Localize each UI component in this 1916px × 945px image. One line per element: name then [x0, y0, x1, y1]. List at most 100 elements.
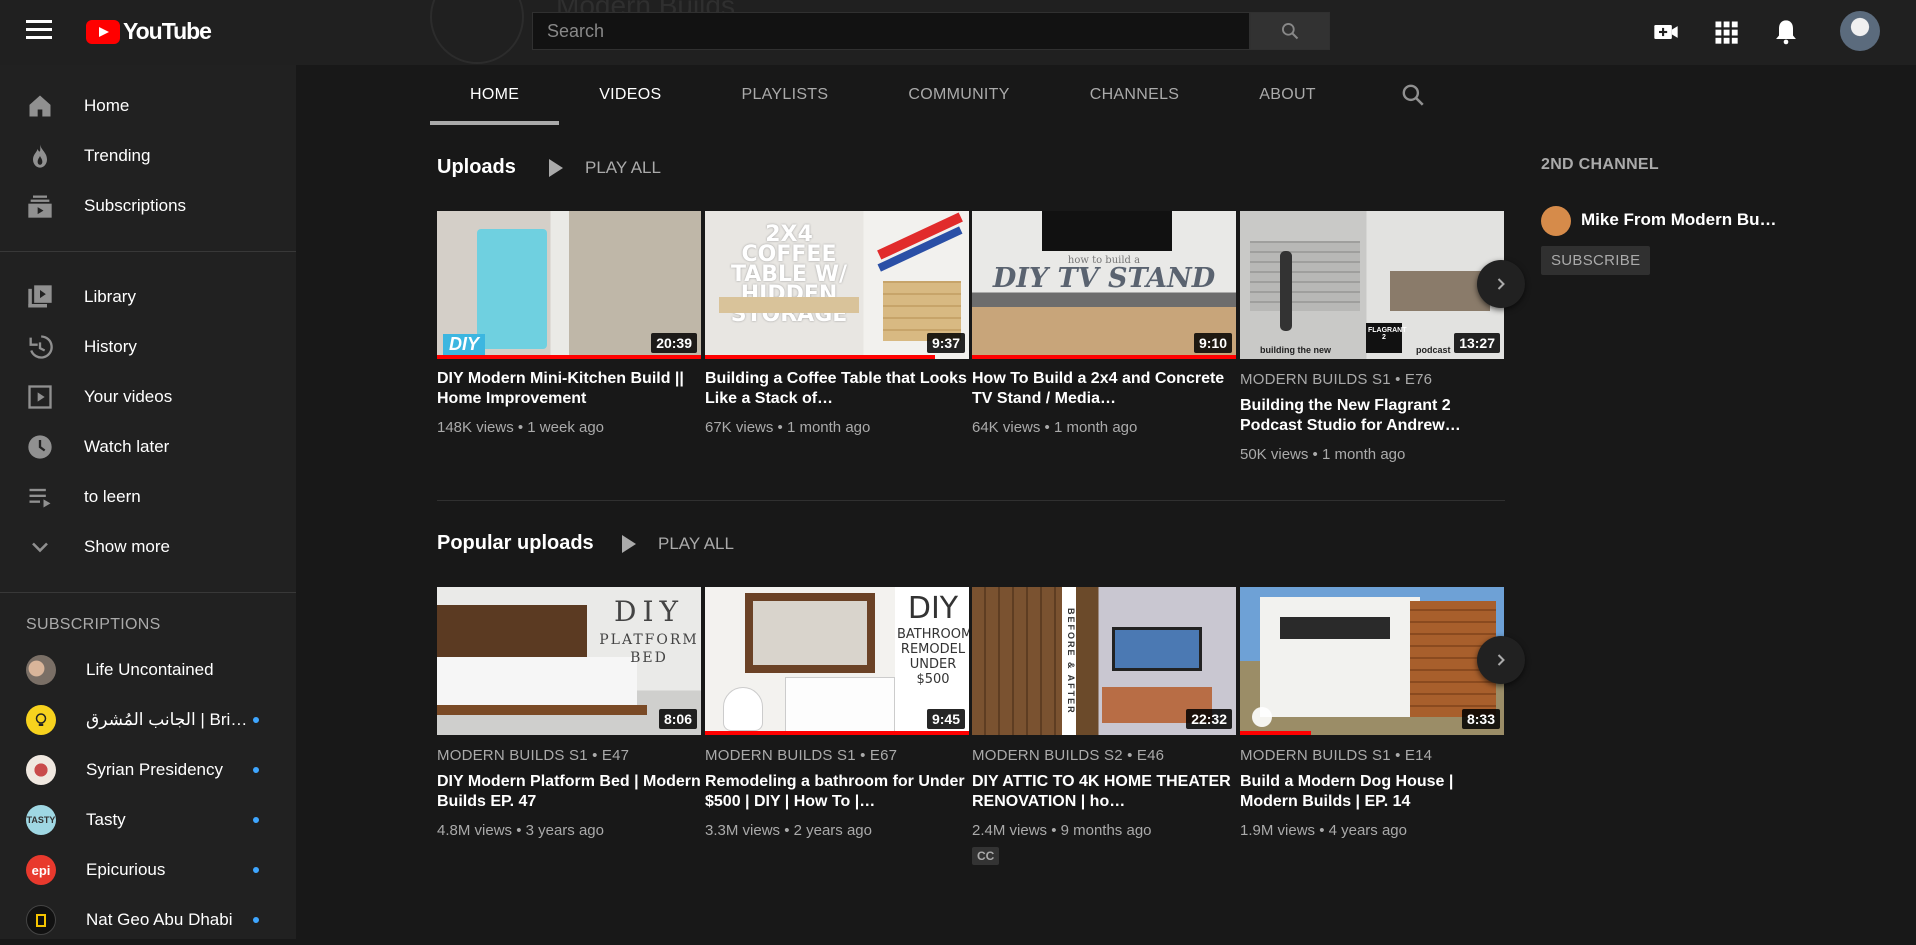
- shelf-title-uploads[interactable]: Uploads: [437, 156, 516, 179]
- video-thumbnail[interactable]: DIY BATHROOM REMODEL UNDER $500 9:45: [705, 587, 969, 735]
- user-avatar[interactable]: [1840, 11, 1880, 51]
- lightbulb-icon: [35, 713, 47, 726]
- thumb-label: DIY: [443, 334, 486, 355]
- video-series-label[interactable]: MODERN BUILDS S1 • E67: [705, 747, 969, 764]
- menu-icon[interactable]: [26, 20, 52, 40]
- subscription-item[interactable]: الجانب المُشرق | Bright Side Arabic: [0, 695, 296, 745]
- video-thumbnail[interactable]: DIY PLATFORM BED 8:06: [437, 587, 701, 735]
- video-title[interactable]: How To Build a 2x4 and Concrete TV Stand…: [972, 369, 1236, 409]
- video-thumbnail[interactable]: DIY 20:39: [437, 211, 701, 359]
- video-title[interactable]: DIY Modern Mini-Kitchen Build || Home Im…: [437, 369, 701, 409]
- uploads-play-all-button[interactable]: PLAY ALL: [549, 158, 661, 178]
- tab-community[interactable]: COMMUNITY: [868, 65, 1049, 125]
- thumb-person: [1280, 251, 1292, 331]
- video-title[interactable]: DIY ATTIC TO 4K HOME THEATER RENOVATION …: [972, 772, 1236, 812]
- channel-avatar: [26, 755, 56, 785]
- subscription-item[interactable]: Life Uncontained: [0, 645, 296, 695]
- search-input[interactable]: Search: [532, 12, 1250, 50]
- video-series-label[interactable]: MODERN BUILDS S1 • E47: [437, 747, 701, 764]
- thumb-headboard: [437, 605, 587, 665]
- video-thumbnail[interactable]: 8:33: [1240, 587, 1504, 735]
- video-duration: 9:10: [1193, 333, 1232, 353]
- sidebar-item-home[interactable]: Home: [0, 81, 296, 131]
- channel-avatar: [26, 905, 56, 935]
- video-card[interactable]: BEFORE & AFTER 22:32 MODERN BUILDS S2 • …: [972, 587, 1236, 865]
- video-series-label[interactable]: MODERN BUILDS S2 • E46: [972, 747, 1236, 764]
- thumb-sublabel: PLATFORM BED: [599, 632, 699, 666]
- sidebar-item-watch-later[interactable]: Watch later: [0, 422, 296, 472]
- sidebar-item-label: Subscriptions: [84, 196, 187, 215]
- shelf-title-popular-uploads[interactable]: Popular uploads: [437, 532, 594, 555]
- sidebar-item-playlist[interactable]: to leern: [0, 472, 296, 522]
- video-thumbnail[interactable]: BEFORE & AFTER 22:32: [972, 587, 1236, 735]
- uploads-next-arrow-button[interactable]: [1477, 260, 1525, 308]
- thumb-sublabel: podcast: [1416, 345, 1451, 355]
- video-series-label[interactable]: MODERN BUILDS S1 • E14: [1240, 747, 1504, 764]
- sidebar-item-subscriptions[interactable]: Subscriptions: [0, 181, 296, 231]
- subscription-item[interactable]: Syrian Presidency: [0, 745, 296, 795]
- video-title[interactable]: Build a Modern Dog House | Modern Builds…: [1240, 772, 1504, 812]
- tab-playlists[interactable]: PLAYLISTS: [701, 65, 868, 125]
- thumb-label: DIY TV STAND: [992, 263, 1216, 294]
- search-button[interactable]: [1250, 12, 1330, 50]
- play-icon: [622, 535, 636, 553]
- epicurious-logo: epi: [26, 855, 56, 885]
- sidebar-divider: [0, 251, 296, 252]
- video-card[interactable]: 2X4 COFFEE TABLE W/ HIDDEN STORAGE 9:37 …: [705, 211, 969, 436]
- thumb-label: DIY: [907, 591, 959, 626]
- closed-captions-badge: CC: [972, 847, 1000, 865]
- library-icon: [28, 285, 52, 308]
- subscription-item[interactable]: Nat Geo Abu Dhabi: [0, 895, 296, 945]
- video-meta: 1.9M views • 4 years ago: [1240, 822, 1407, 839]
- related-channel-name[interactable]: Mike From Modern Builds: [1581, 210, 1781, 230]
- popular-next-arrow-button[interactable]: [1477, 636, 1525, 684]
- watch-progress-bar: [705, 355, 935, 359]
- video-title[interactable]: DIY Modern Platform Bed | Modern Builds …: [437, 772, 701, 812]
- video-card[interactable]: DIY BATHROOM REMODEL UNDER $500 9:45 MOD…: [705, 587, 969, 839]
- popular-play-all-button[interactable]: PLAY ALL: [622, 534, 734, 554]
- sidebar-item-label: Watch later: [84, 437, 170, 456]
- sidebar-show-more[interactable]: Show more: [0, 522, 296, 572]
- sidebar-item-your-videos[interactable]: Your videos: [0, 372, 296, 422]
- video-thumbnail[interactable]: how to build a DIY TV STAND 9:10: [972, 211, 1236, 359]
- sidebar-divider: [0, 592, 296, 593]
- video-thumbnail[interactable]: FLAGRANT 2 building the new podcast 13:2…: [1240, 211, 1504, 359]
- video-card[interactable]: FLAGRANT 2 building the new podcast 13:2…: [1240, 211, 1504, 463]
- youtube-logo[interactable]: YouTube: [86, 18, 212, 45]
- subscription-item[interactable]: epi Epicurious: [0, 845, 296, 895]
- video-thumbnail[interactable]: 2X4 COFFEE TABLE W/ HIDDEN STORAGE 9:37: [705, 211, 969, 359]
- subscription-item[interactable]: TASTY Tasty: [0, 795, 296, 845]
- video-meta: 67K views • 1 month ago: [705, 419, 871, 436]
- history-icon: [29, 335, 53, 359]
- tab-about[interactable]: ABOUT: [1219, 65, 1356, 125]
- sidebar-item-library[interactable]: Library: [0, 272, 296, 322]
- subscribe-button[interactable]: SUBSCRIBE: [1541, 246, 1651, 275]
- video-card[interactable]: DIY PLATFORM BED 8:06 MODERN BUILDS S1 •…: [437, 587, 701, 839]
- thumb-sublabel: BATHROOM REMODEL UNDER $500: [897, 627, 969, 687]
- apps-icon[interactable]: [1712, 18, 1740, 46]
- subscriptions-heading: SUBSCRIPTIONS: [26, 616, 161, 633]
- video-series-label[interactable]: MODERN BUILDS S1 • E76: [1240, 371, 1504, 388]
- video-card[interactable]: DIY 20:39 DIY Modern Mini-Kitchen Build …: [437, 211, 701, 436]
- related-channel-avatar[interactable]: [1541, 206, 1571, 236]
- tab-channels[interactable]: CHANNELS: [1050, 65, 1220, 125]
- home-icon: [29, 95, 51, 117]
- flame-icon: [33, 144, 47, 168]
- tab-videos[interactable]: VIDEOS: [559, 65, 701, 125]
- create-video-icon[interactable]: [1652, 18, 1680, 46]
- sidebar-item-history[interactable]: History: [0, 322, 296, 372]
- video-title[interactable]: Building a Coffee Table that Looks Like …: [705, 369, 969, 409]
- channel-avatar: [26, 655, 56, 685]
- channel-search-icon[interactable]: [1400, 82, 1426, 108]
- tab-home[interactable]: HOME: [430, 65, 560, 125]
- notifications-bell-icon[interactable]: [1772, 18, 1800, 46]
- video-duration: 13:27: [1454, 333, 1500, 353]
- thumb-mirror: [745, 593, 875, 673]
- watch-progress-bar: [972, 355, 1236, 359]
- video-title[interactable]: Remodeling a bathroom for Under $500 | D…: [705, 772, 969, 812]
- video-card[interactable]: 8:33 MODERN BUILDS S1 • E14 Build a Mode…: [1240, 587, 1504, 839]
- sidebar-item-label: Show more: [84, 537, 170, 556]
- video-title[interactable]: Building the New Flagrant 2 Podcast Stud…: [1240, 396, 1504, 436]
- sidebar-item-trending[interactable]: Trending: [0, 131, 296, 181]
- video-card[interactable]: how to build a DIY TV STAND 9:10 How To …: [972, 211, 1236, 436]
